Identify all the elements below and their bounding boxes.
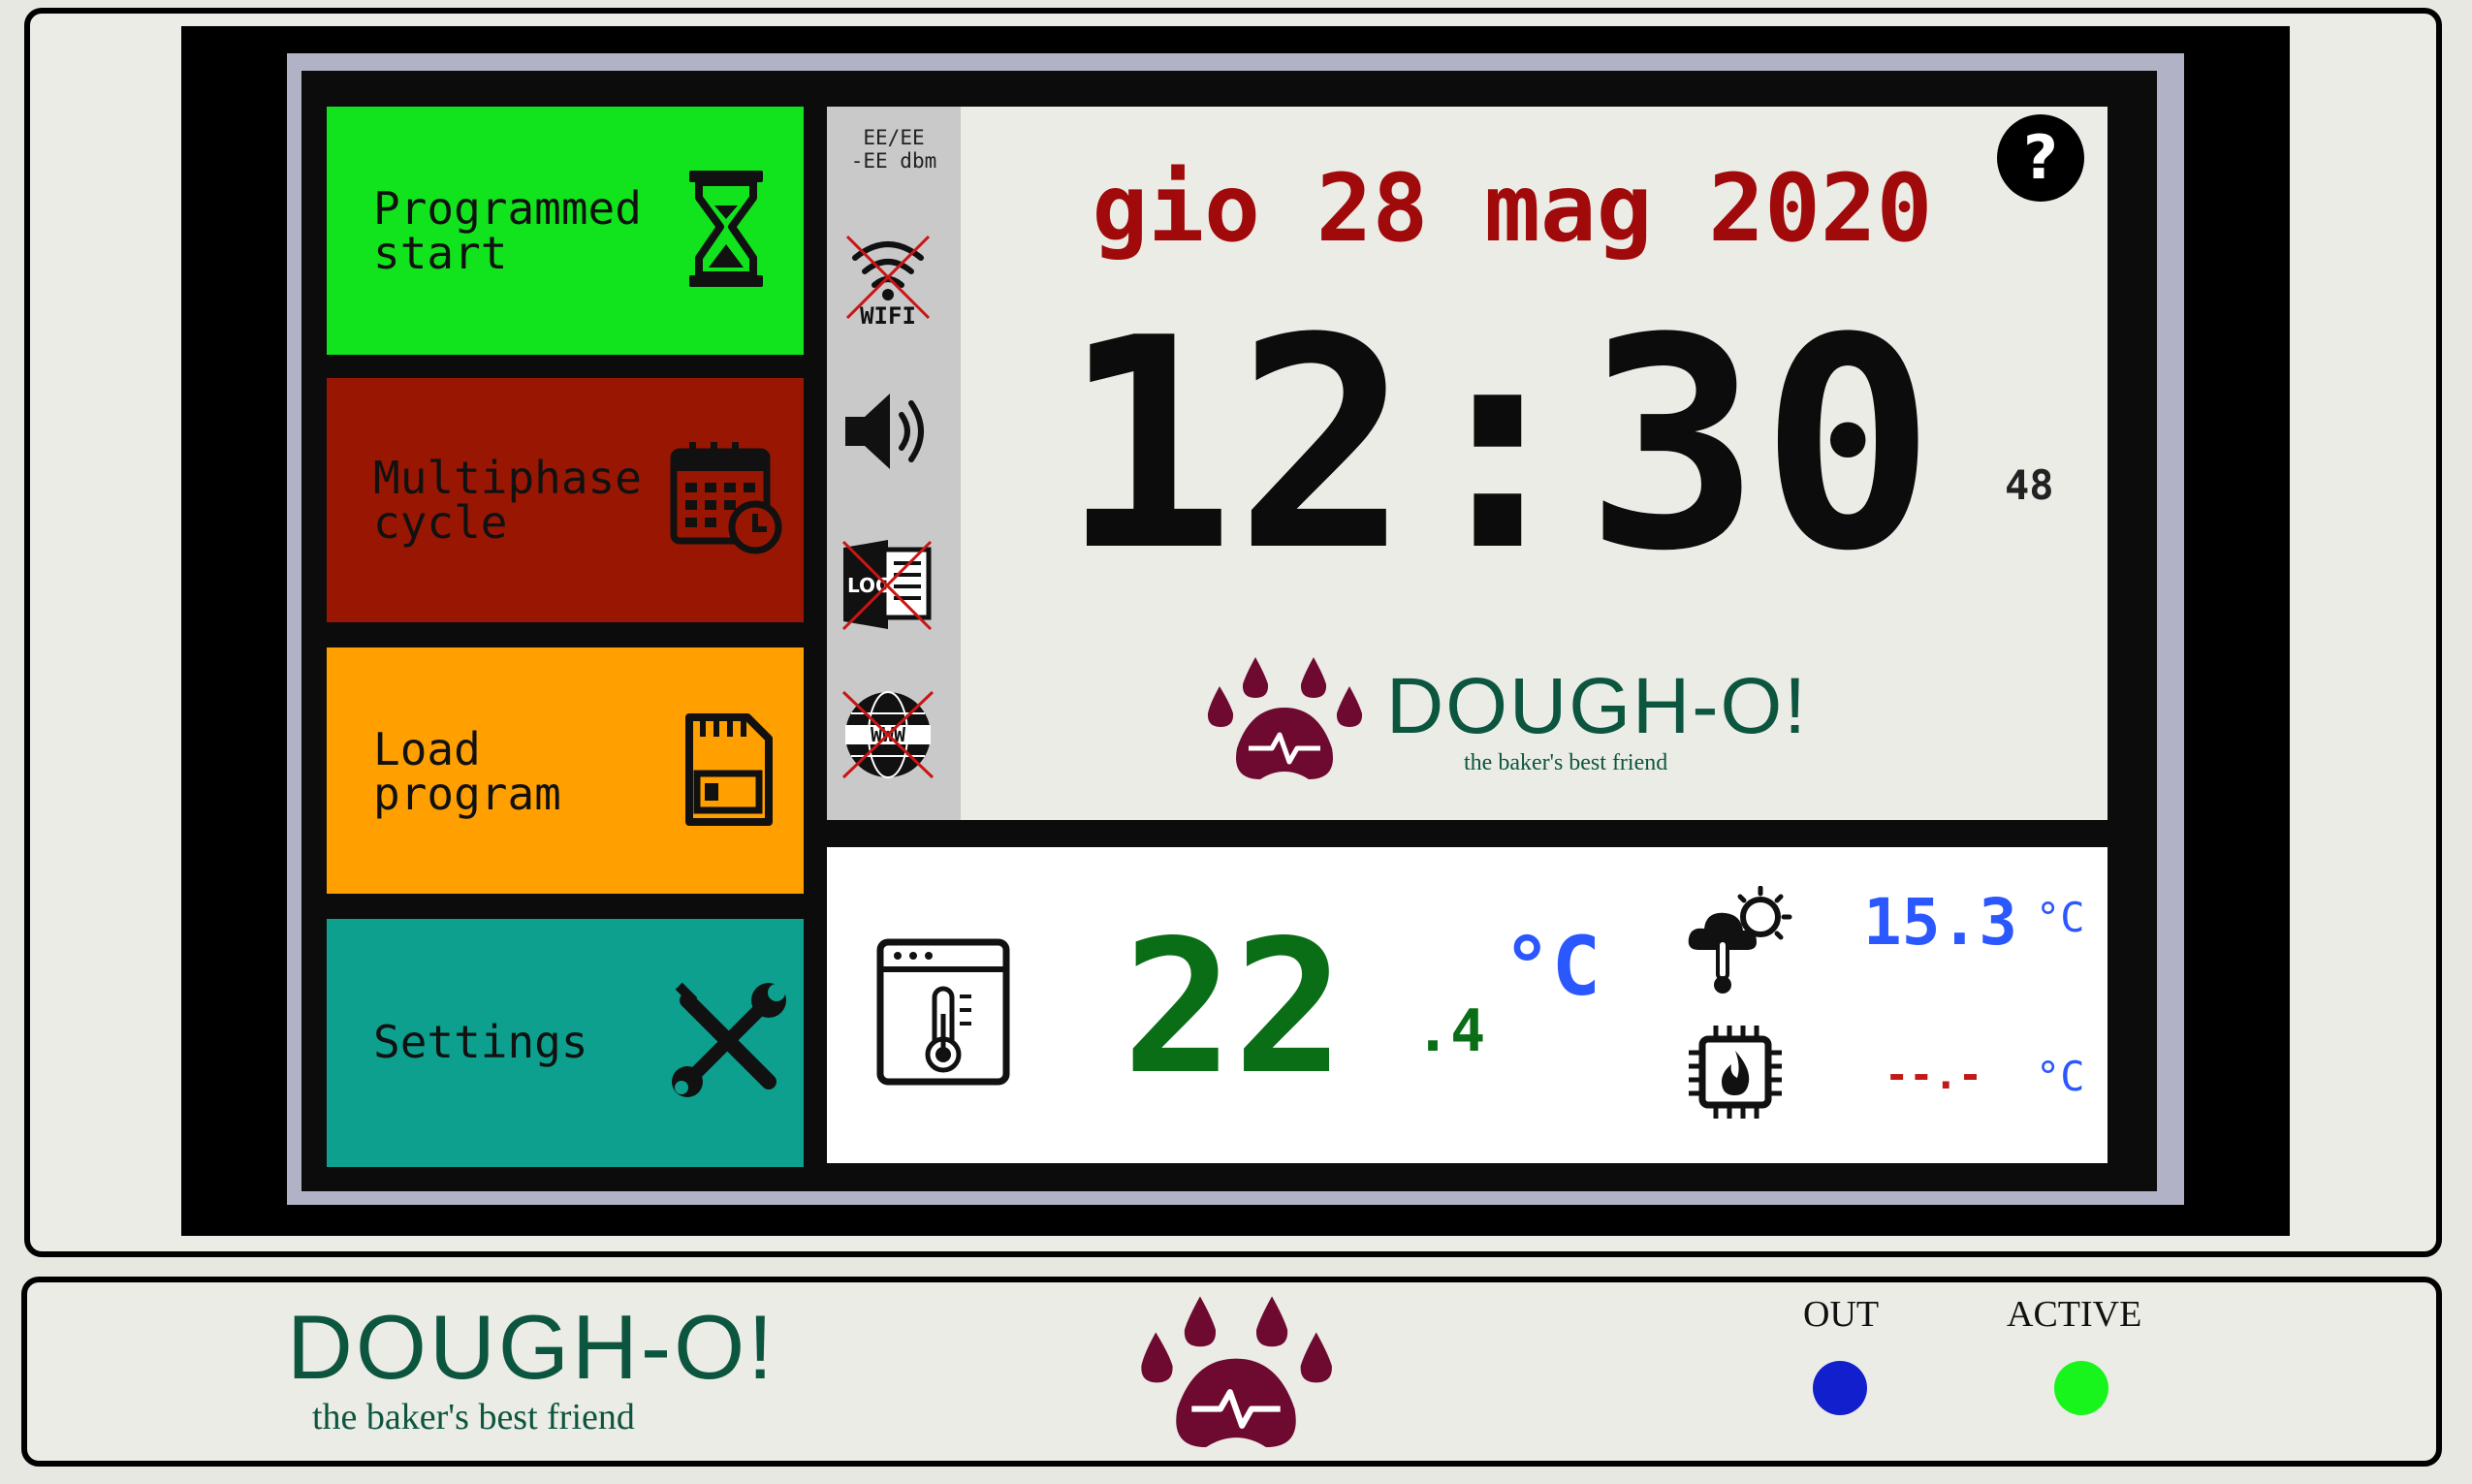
outdoor-temperature-value: 15.3 [1863, 885, 2017, 960]
sd-card-icon [680, 713, 773, 828]
oven-thermometer-icon [874, 936, 1012, 1088]
brand-tagline: the baker's best friend [1464, 750, 1668, 775]
tools-icon [668, 981, 788, 1101]
programmed-start-button[interactable]: Programmed start [327, 107, 804, 355]
footer-brand-name: DOUGH-O! [287, 1296, 776, 1398]
time-text: 12:30 [1060, 276, 1936, 615]
cpu-temperature-unit: °C [2036, 1053, 2085, 1100]
signal-strength-text: EE/EE -EE dbm [850, 126, 937, 173]
seconds-text: 48 [2005, 461, 2054, 509]
brand-name: DOUGH-O! [1386, 662, 1809, 750]
log-off-icon[interactable]: LOG [840, 538, 936, 631]
paw-icon [1202, 651, 1367, 783]
svg-text:LOG: LOG [847, 574, 891, 597]
svg-text:WIFI: WIFI [860, 302, 916, 326]
date-text: gio 28 mag 2020 [1092, 154, 1933, 263]
hourglass-icon [687, 169, 765, 289]
cpu-temperature-value: --.- [1885, 1051, 1983, 1098]
settings-label: Settings [373, 1016, 588, 1068]
weather-thermometer-icon [1685, 885, 1793, 996]
main-temperature-integer: 22 [1123, 900, 1345, 1115]
out-indicator-led [1813, 1361, 1867, 1415]
speaker-icon[interactable] [841, 388, 935, 475]
main-temperature-unit: °C [1503, 919, 1601, 1014]
wifi-off-icon[interactable]: WIFI [841, 233, 935, 326]
www-off-icon[interactable]: WWW [840, 688, 936, 781]
help-button[interactable]: ? [1997, 114, 2084, 202]
active-label: ACTIVE [2007, 1294, 2142, 1335]
cpu-flame-icon [1687, 1024, 1784, 1121]
calendar-clock-icon [668, 440, 784, 554]
programmed-start-label: Programmed start [373, 182, 642, 279]
multiphase-cycle-label: Multiphase cycle [373, 452, 642, 549]
outdoor-temperature-unit: °C [2036, 894, 2085, 941]
footer-brand-tagline: the baker's best friend [312, 1397, 635, 1437]
main-temperature-decimal: .4 [1415, 997, 1486, 1065]
footer-paw-icon [1134, 1289, 1338, 1452]
load-program-label: Load program [373, 723, 561, 820]
settings-button[interactable]: Settings [327, 919, 804, 1167]
active-indicator-led [2054, 1361, 2108, 1415]
out-label: OUT [1803, 1294, 1880, 1335]
help-icon: ? [2023, 122, 2058, 193]
multiphase-cycle-button[interactable]: Multiphase cycle [327, 378, 804, 622]
load-program-button[interactable]: Load program [327, 647, 804, 894]
